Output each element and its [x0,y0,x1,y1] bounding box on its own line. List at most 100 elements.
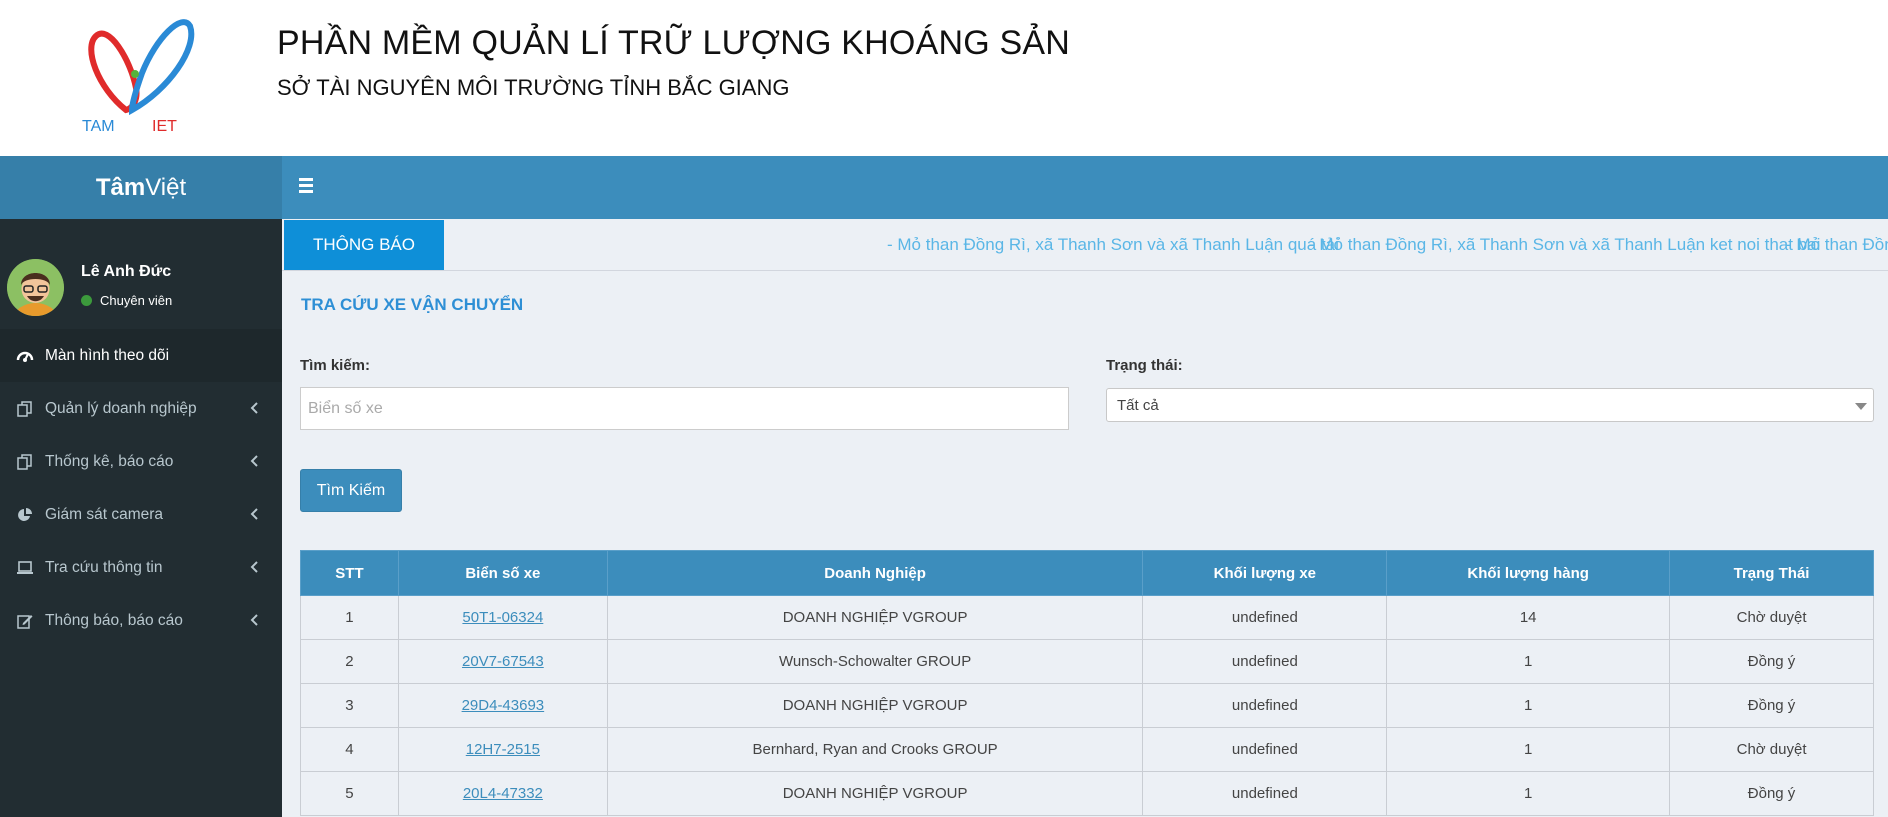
cell-cargo-weight: 14 [1386,595,1671,640]
sidebar-item-statistics[interactable]: Thống kê, báo cáo [0,435,282,488]
table-row: 1 50T1-06324 DOANH NGHIỆP VGROUP undefin… [300,595,1874,640]
cell-plate: 12H7-2515 [397,727,608,772]
user-panel: Lê Anh Đức Chuyên viên [0,219,282,329]
table-header-row: STT Biển số xe Doanh Nghiệp Khối lượng x… [300,550,1874,596]
app-subtitle: SỞ TÀI NGUYÊN MÔI TRƯỜNG TỈNH BẮC GIANG [277,75,790,100]
chevron-left-icon [250,614,258,626]
table-row: 4 12H7-2515 Bernhard, Ryan and Crooks GR… [300,727,1874,772]
app-title: PHẦN MỀM QUẢN LÍ TRỮ LƯỢNG KHOÁNG SẢN [277,24,1071,62]
sidebar-item-business-management[interactable]: Quản lý doanh nghiệp [0,382,282,435]
status-filter-value: Tất cả [1117,397,1159,414]
sidebar-item-label: Màn hình theo dõi [45,346,170,364]
sidebar-item-camera[interactable]: Giám sát camera [0,488,282,541]
cell-business: DOANH NGHIỆP VGROUP [606,683,1144,728]
column-header[interactable]: Trạng Thái [1669,550,1874,596]
cell-stt: 2 [300,639,399,684]
sidebar: Lê Anh Đức Chuyên viên Màn hình theo dõi… [0,219,282,817]
status-filter-select[interactable]: Tất cả [1106,388,1874,422]
cell-status: Chờ duyệt [1669,727,1874,772]
online-status-icon [81,295,92,306]
copy-icon [15,452,35,472]
cell-cargo-weight: 1 [1386,683,1671,728]
table-row: 2 20V7-67543 Wunsch-Schowalter GROUP und… [300,639,1874,684]
plate-link[interactable]: 20V7-67543 [462,653,544,670]
column-header[interactable]: Biển số xe [397,550,608,596]
sidebar-item-label: Tra cứu thông tin [45,558,163,576]
cell-stt: 4 [300,727,399,772]
user-status: Chuyên viên [81,293,172,308]
cell-business: DOANH NGHIỆP VGROUP [606,595,1144,640]
chevron-left-icon [250,402,258,414]
notification-bar: THÔNG BÁO - Mỏ than Đồng Rì, xã Thanh Sơ… [282,219,1888,271]
sidebar-item-label: Quản lý doanh nghiệp [45,399,197,417]
avatar [7,259,64,316]
notification-message[interactable]: - Mỏ than Đồng Rì, xã Thanh Sơn và xã Th… [887,235,1339,255]
cell-vehicle-weight: undefined [1142,771,1388,816]
dashboard-icon [15,346,35,366]
svg-text:TAM: TAM [82,118,115,133]
user-role: Chuyên viên [100,293,173,308]
tamviet-logo: TAM IET [82,19,195,133]
notification-message[interactable]: - Mỏ than Đồng Rì, xã Thanh Sơn và xã Th… [1309,235,1820,255]
plate-link[interactable]: 20L4-47332 [463,785,543,802]
search-label: Tìm kiếm: [300,357,371,374]
table-row: 5 20L4-47332 DOANH NGHIỆP VGROUP undefin… [300,771,1874,816]
top-navbar [282,156,1888,219]
brand-normal: Việt [145,173,187,201]
top-banner: TAM IET PHẦN MỀM QUẢN LÍ TRỮ LƯỢNG KHOÁN… [0,0,1888,156]
laptop-icon [15,558,35,578]
cell-status: Đồng ý [1669,639,1874,684]
caret-down-icon [1855,403,1867,410]
cell-status: Chờ duyệt [1669,595,1874,640]
sidebar-item-label: Giám sát camera [45,505,164,523]
cell-plate: 29D4-43693 [397,683,608,728]
cell-plate: 50T1-06324 [397,595,608,640]
brand-bold: Tâm [95,173,146,201]
cell-stt: 5 [300,771,399,816]
search-input[interactable] [300,387,1069,430]
brand-logo[interactable]: Tâm Việt [0,156,282,219]
sidebar-item-notifications[interactable]: Thông báo, báo cáo [0,594,282,647]
cell-cargo-weight: 1 [1386,639,1671,684]
cell-status: Đồng ý [1669,683,1874,728]
column-header[interactable]: STT [300,550,399,596]
sidebar-item-lookup[interactable]: Tra cứu thông tin [0,541,282,594]
user-name: Lê Anh Đức [81,263,172,280]
search-button[interactable]: Tìm Kiếm [300,469,402,512]
plate-link[interactable]: 50T1-06324 [462,609,543,626]
cell-vehicle-weight: undefined [1142,595,1388,640]
cell-cargo-weight: 1 [1386,771,1671,816]
table-row: 3 29D4-43693 DOANH NGHIỆP VGROUP undefin… [300,683,1874,728]
cell-vehicle-weight: undefined [1142,639,1388,684]
status-filter-label: Trạng thái: [1106,357,1183,374]
cell-cargo-weight: 1 [1386,727,1671,772]
cell-status: Đồng ý [1669,771,1874,816]
notification-label: THÔNG BÁO [284,220,444,270]
chevron-left-icon [250,508,258,520]
notification-message[interactable]: - Mỏ than Đồng Rì, xã Th [1786,235,1888,255]
main-content: THÔNG BÁO - Mỏ than Đồng Rì, xã Thanh Sơ… [282,219,1888,817]
vehicle-table: STT Biển số xe Doanh Nghiệp Khối lượng x… [300,550,1874,816]
chevron-left-icon [250,561,258,573]
svg-text:IET: IET [152,118,177,133]
column-header[interactable]: Khối lượng hàng [1386,550,1671,596]
notification-marquee: - Mỏ than Đồng Rì, xã Thanh Sơn và xã Th… [457,219,1888,271]
sidebar-toggle-icon[interactable] [299,175,323,199]
column-header[interactable]: Doanh Nghiệp [606,550,1144,596]
cell-vehicle-weight: undefined [1142,683,1388,728]
copy-icon [15,399,35,419]
sidebar-item-label: Thông báo, báo cáo [45,611,183,629]
plate-link[interactable]: 12H7-2515 [466,741,540,758]
sidebar-item-dashboard[interactable]: Màn hình theo dõi [0,329,282,382]
cell-vehicle-weight: undefined [1142,727,1388,772]
column-header[interactable]: Khối lượng xe [1142,550,1388,596]
cell-plate: 20V7-67543 [397,639,608,684]
plate-link[interactable]: 29D4-43693 [462,697,545,714]
cell-plate: 20L4-47332 [397,771,608,816]
cell-stt: 3 [300,683,399,728]
cell-stt: 1 [300,595,399,640]
section-title: TRA CỨU XE VẬN CHUYỂN [301,295,524,314]
sidebar-menu: Màn hình theo dõi Quản lý doanh nghiệp T… [0,329,282,647]
cell-business: Wunsch-Schowalter GROUP [606,639,1144,684]
cell-business: Bernhard, Ryan and Crooks GROUP [606,727,1144,772]
